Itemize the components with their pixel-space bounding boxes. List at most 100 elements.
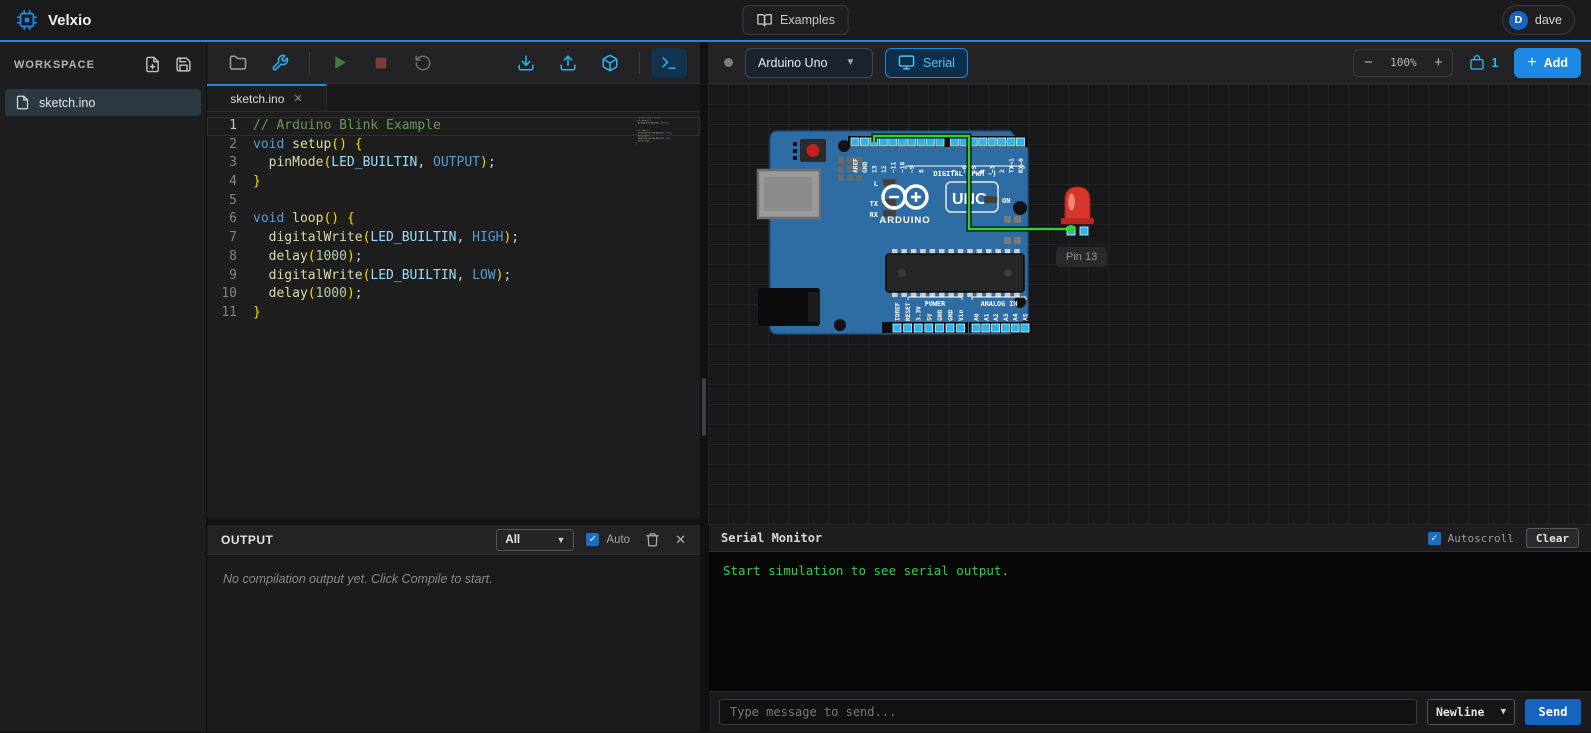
- board-select[interactable]: Arduino Uno ▼: [745, 48, 873, 78]
- stop-button[interactable]: [363, 48, 399, 78]
- board-pin[interactable]: [1011, 324, 1019, 332]
- led-l-label: L: [874, 180, 878, 188]
- analog-group-label: ANALOG IN: [981, 300, 1018, 308]
- user-menu[interactable]: D dave: [1502, 5, 1575, 35]
- board-pin[interactable]: [957, 324, 965, 332]
- power-jack: [758, 288, 820, 326]
- output-title: OUTPUT: [221, 533, 273, 547]
- board-pin[interactable]: [950, 138, 958, 146]
- line-ending-select[interactable]: Newline ▼: [1427, 699, 1515, 725]
- board-pin[interactable]: [979, 138, 987, 146]
- examples-button[interactable]: Examples: [742, 5, 849, 35]
- board-pin-label: IOREF: [895, 302, 902, 321]
- board-pin-label: A0: [974, 313, 981, 321]
- board-pin[interactable]: [998, 138, 1006, 146]
- compile-wrench-button[interactable]: [262, 48, 298, 78]
- board-pin[interactable]: [851, 138, 859, 146]
- minimap[interactable]: 1// Arduino Blink Example2void setup() {…: [636, 117, 694, 209]
- board-pin[interactable]: [925, 324, 933, 332]
- tab-sketch[interactable]: sketch.ino ✕: [207, 84, 327, 111]
- board-pin[interactable]: [879, 138, 887, 146]
- led-cathode-pin[interactable]: [1080, 227, 1088, 235]
- serial-output[interactable]: Start simulation to see serial output.: [709, 552, 1591, 691]
- auto-checkbox[interactable]: ✓: [586, 533, 599, 546]
- upload-button[interactable]: [550, 48, 586, 78]
- toolbar-separator: [639, 52, 640, 74]
- open-folder-button[interactable]: [220, 48, 256, 78]
- file-name: sketch.ino: [39, 96, 95, 110]
- run-button[interactable]: [321, 48, 357, 78]
- serial-message-input[interactable]: [719, 699, 1417, 725]
- board-pin[interactable]: [889, 138, 897, 146]
- output-filter-select[interactable]: All ▼: [496, 529, 574, 551]
- serial-monitor-title: Serial Monitor: [721, 531, 822, 545]
- code-editor[interactable]: 1// Arduino Blink Example2void setup() {…: [207, 112, 700, 518]
- zoom-out-button[interactable]: −: [1354, 50, 1382, 76]
- board-pin[interactable]: [936, 138, 944, 146]
- output-panel: OUTPUT All ▼ ✓ Auto ✕ No compila: [207, 525, 700, 731]
- horizontal-splitter[interactable]: [207, 518, 700, 525]
- pin-tooltip: Pin 13: [1056, 247, 1107, 267]
- board-pin[interactable]: [917, 138, 925, 146]
- board-pin[interactable]: [1016, 138, 1024, 146]
- digital-pins[interactable]: [851, 138, 1024, 146]
- board-pin[interactable]: [982, 324, 990, 332]
- board-pin[interactable]: [860, 138, 868, 146]
- workspace-title: WORKSPACE: [14, 59, 95, 71]
- restart-button[interactable]: [405, 48, 441, 78]
- new-file-button[interactable]: [142, 54, 163, 75]
- power-pins[interactable]: [893, 324, 965, 332]
- send-button[interactable]: Send: [1525, 699, 1581, 725]
- chevron-down-icon: ▼: [1501, 707, 1506, 717]
- board-pin[interactable]: [893, 324, 901, 332]
- save-button[interactable]: [173, 54, 194, 75]
- examples-label: Examples: [780, 13, 835, 27]
- close-icon[interactable]: ✕: [675, 532, 686, 548]
- board-pin[interactable]: [988, 138, 996, 146]
- code-line: 1// Arduino Blink Example: [207, 117, 700, 136]
- board-pin[interactable]: [914, 324, 922, 332]
- led-tx-label: TX: [870, 200, 879, 208]
- usb-connector: [758, 170, 820, 218]
- zoom-in-button[interactable]: +: [1424, 50, 1452, 76]
- tab-close-icon[interactable]: ✕: [293, 92, 302, 105]
- board-pin-label: 13: [871, 165, 878, 173]
- board-pin[interactable]: [935, 324, 943, 332]
- code-line: 9 digitalWrite(LED_BUILTIN, LOW);: [207, 267, 700, 286]
- board-pin[interactable]: [972, 324, 980, 332]
- clear-button[interactable]: Clear: [1526, 528, 1579, 548]
- editor-toolbar: [207, 42, 700, 84]
- board-pin[interactable]: [946, 324, 954, 332]
- board-pin[interactable]: [1021, 324, 1029, 332]
- download-button[interactable]: [508, 48, 544, 78]
- board-pin-label: 8: [919, 169, 926, 173]
- board-pin[interactable]: [898, 138, 906, 146]
- app-brand: Velxio: [16, 9, 91, 31]
- add-part-button[interactable]: + Add: [1514, 48, 1581, 78]
- parts-count[interactable]: 1: [1469, 55, 1498, 71]
- sidebar-item-sketch[interactable]: sketch.ino: [5, 89, 201, 116]
- board-pin[interactable]: [927, 138, 935, 146]
- board-pin[interactable]: [908, 138, 916, 146]
- code-line: 3 pinMode(LED_BUILTIN, OUTPUT);: [207, 154, 700, 173]
- terminal-toggle-button[interactable]: [651, 48, 687, 78]
- board-pin[interactable]: [1007, 138, 1015, 146]
- code-line: 2void setup() {: [207, 136, 700, 155]
- board-pin[interactable]: [992, 324, 1000, 332]
- board-pin[interactable]: [1001, 324, 1009, 332]
- serial-button-label: Serial: [923, 56, 955, 70]
- vertical-splitter[interactable]: [700, 42, 708, 731]
- serial-toggle-button[interactable]: Serial: [885, 48, 968, 78]
- trash-icon[interactable]: [643, 530, 662, 549]
- simulation-canvas[interactable]: AREFGND1312~11~10~987~6~54~32TX→1RX←0 DI…: [708, 84, 1591, 525]
- toolbar-separator: [309, 52, 310, 74]
- power-header-tab: [882, 322, 890, 333]
- library-box-button[interactable]: [592, 48, 628, 78]
- add-label: Add: [1544, 56, 1568, 70]
- arduino-uno-board[interactable]: AREFGND1312~11~10~987~6~54~32TX→1RX←0 DI…: [756, 126, 1236, 416]
- board-pin[interactable]: [904, 324, 912, 332]
- autoscroll-checkbox[interactable]: ✓: [1428, 532, 1441, 545]
- workspace-sidebar: WORKSPACE sketch.ino: [0, 42, 207, 731]
- app-title: Velxio: [48, 12, 91, 29]
- line-ending-value: Newline: [1436, 705, 1484, 719]
